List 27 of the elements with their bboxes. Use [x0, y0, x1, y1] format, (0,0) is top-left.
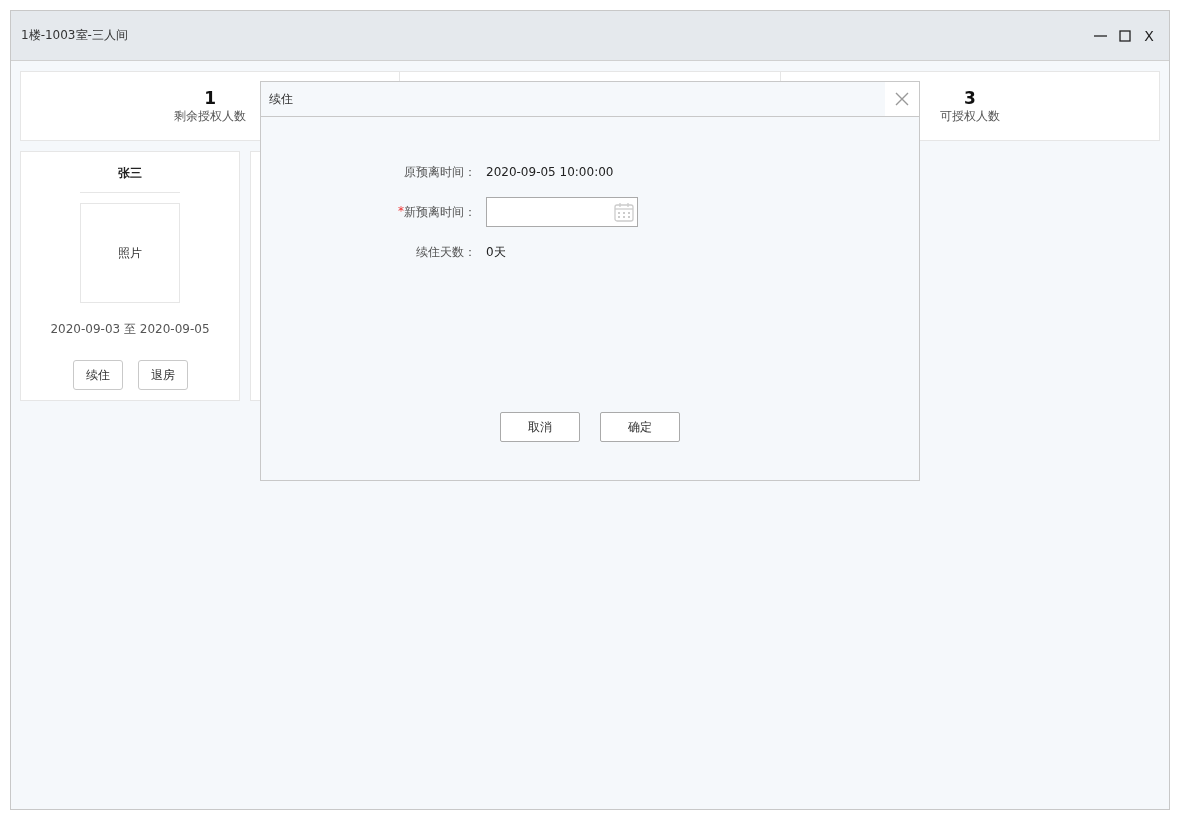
- close-button[interactable]: [885, 82, 919, 116]
- date-field[interactable]: [486, 197, 638, 227]
- field-label: 新预离时间：: [404, 203, 476, 221]
- field-label: 续住天数：: [416, 243, 476, 261]
- close-icon: [895, 92, 909, 106]
- calendar-icon[interactable]: [613, 201, 635, 223]
- field-value: 0天: [486, 243, 506, 261]
- field-label: 原预离时间：: [404, 163, 476, 181]
- required-mark: *: [398, 203, 404, 220]
- maximize-icon: [1119, 29, 1131, 42]
- stat-label: 剩余授权人数: [174, 107, 247, 125]
- stat-value: 1: [204, 87, 217, 108]
- window-title: 1楼-1003室-三人间: [21, 27, 128, 44]
- field-value: 2020-09-05 10:00:00: [486, 165, 614, 179]
- dialog-button[interactable]: 取消: [500, 412, 580, 442]
- dialog-button[interactable]: 确定: [600, 412, 680, 442]
- guest-name: 张三: [80, 165, 180, 193]
- stay-dates: 2020-09-03 至 2020-09-05: [50, 321, 210, 338]
- maximize-button[interactable]: [1117, 27, 1133, 44]
- stat-label: 可授权人数: [939, 107, 1000, 125]
- photo-label: 照片: [118, 244, 142, 262]
- close-button[interactable]: X: [1141, 27, 1157, 44]
- stat-value: 3: [963, 87, 976, 108]
- action-button[interactable]: 续住: [72, 360, 123, 390]
- minimize-icon: [1094, 34, 1107, 37]
- dialog-title: 续住: [269, 90, 293, 108]
- action-button[interactable]: 退房: [137, 360, 188, 390]
